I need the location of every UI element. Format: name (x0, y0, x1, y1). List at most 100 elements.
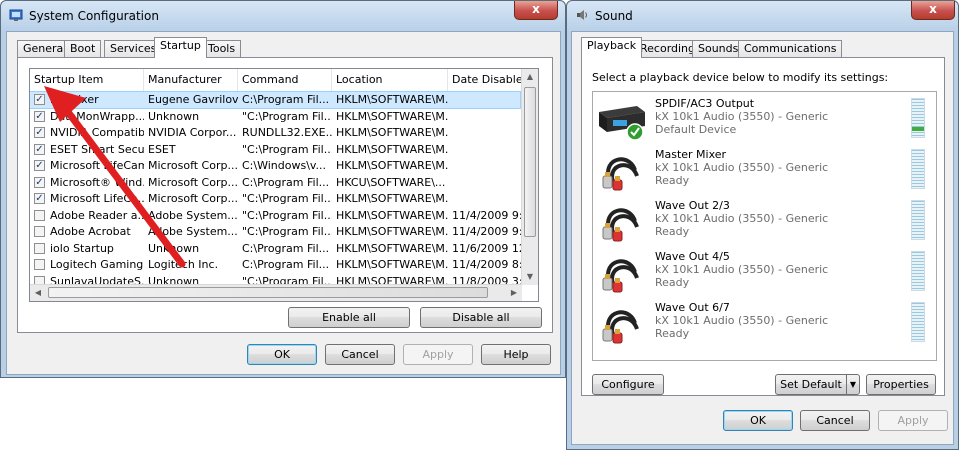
scroll-right-arrow-icon[interactable]: ▶ (506, 285, 522, 301)
sound-apply-button[interactable]: Apply (878, 410, 948, 431)
msconfig-close-button[interactable]: x (514, 1, 558, 20)
tab-startup[interactable]: Startup (154, 37, 207, 58)
table-row[interactable]: ✓ Microsoft LifeCam Microsoft Corp... C:\Wi… (30, 158, 520, 174)
cell-location: HKLM\SOFTWARE\M... (336, 109, 448, 123)
cell-date (452, 191, 522, 207)
tab-sounds[interactable]: Sounds (692, 40, 745, 58)
startup-item-checkbox[interactable] (34, 209, 45, 221)
cell-location: HKLM\SOFTWARE\M... (336, 93, 448, 106)
cell-item: ESET Smart Secu... (50, 142, 144, 156)
table-row[interactable]: ✓ ESET Smart Secu... ESET "C:\Program Fil..… (30, 142, 520, 158)
tab-communications[interactable]: Communications (738, 40, 843, 58)
startup-item-checkbox[interactable]: ✓ (34, 143, 45, 155)
cell-command: C:\Windows\v... (242, 159, 327, 172)
sound-titlebar[interactable]: Sound (567, 1, 958, 31)
speaker-icon (577, 10, 587, 20)
msconfig-cancel-button[interactable]: Cancel (325, 344, 395, 365)
startup-item-checkbox[interactable]: ✓ (34, 127, 45, 138)
device-description: kX 10k1 Audio (3550) - Generic (655, 263, 829, 276)
table-row[interactable]: ✓ NVIDIA Compatib... NVIDIA Corpor... RUNDL… (30, 125, 520, 141)
tab-playback[interactable]: Playback (581, 37, 643, 58)
scroll-left-arrow-icon[interactable]: ◀ (30, 285, 46, 301)
device-name: Master Mixer (655, 148, 727, 161)
playback-device-item[interactable]: Wave Out 2/3 kX 10k1 Audio (3550) - Gener… (593, 196, 936, 247)
column-header-manufacturer[interactable]: Manufacturer (144, 69, 238, 91)
column-header-command[interactable]: Command (238, 69, 332, 91)
msconfig-ok-button[interactable]: OK (247, 344, 317, 365)
cell-location: HKLM\SOFTWARE\M... (336, 159, 448, 172)
msconfig-titlebar[interactable]: System Configuration (1, 1, 565, 31)
device-description: kX 10k1 Audio (3550) - Generic (655, 161, 829, 174)
playback-device-item[interactable]: Wave Out 4/5 kX 10k1 Audio (3550) - Gener… (593, 247, 936, 298)
cell-location: HKLM\SOFTWARE\M... (336, 241, 448, 255)
table-row[interactable]: ✓ DataMonWrapp... Unknown "C:\Program Fil..… (30, 109, 520, 125)
enable-all-button[interactable]: Enable all (288, 307, 410, 328)
column-header-startup-item[interactable]: Startup Item (30, 69, 144, 91)
device-name: Wave Out 6/7 (655, 301, 730, 314)
playback-device-list[interactable]: SPDIF/AC3 Output kX 10k1 Audio (3550) - G… (592, 91, 937, 361)
cell-item: kX mixer (50, 93, 99, 106)
cell-item: Microsoft LifeCam (50, 159, 144, 172)
msconfig-window: System Configuration x General Boot Serv… (0, 0, 566, 378)
properties-button[interactable]: Properties (866, 374, 936, 395)
rca-cable-icon (602, 157, 639, 191)
cell-date (452, 92, 522, 108)
table-row[interactable]: iolo Startup Unknown C:\Program Fil... HKLM… (30, 241, 522, 257)
msconfig-client: General Boot Services Startup Tools Star… (6, 31, 561, 375)
startup-item-checkbox[interactable]: ✓ (34, 160, 45, 171)
sound-ok-button[interactable]: OK (723, 410, 793, 431)
cell-item: DataMonWrapp... (50, 109, 144, 123)
startup-item-checkbox[interactable] (34, 226, 45, 237)
set-default-dropdown-button[interactable]: ▼ (846, 374, 860, 395)
cell-manufacturer: Microsoft Corp... (148, 175, 238, 189)
playback-device-item[interactable]: Wave Out 6/7 kX 10k1 Audio (3550) - Gener… (593, 298, 936, 349)
meter-active-segment (912, 127, 924, 131)
table-row[interactable]: Adobe Acrobat Adobe System... "C:\Program … (30, 224, 522, 240)
cell-location: HKLM\SOFTWARE\M... (336, 126, 448, 139)
startup-item-checkbox[interactable]: ✓ (34, 94, 45, 105)
cell-item: Adobe Reader a... (50, 208, 144, 222)
startup-list-hscrollbar[interactable]: ◀ ▶ (30, 284, 522, 301)
rca-cable-icon (602, 208, 639, 242)
msconfig-apply-button[interactable]: Apply (403, 344, 473, 365)
playback-device-item[interactable]: Master Mixer kX 10k1 Audio (3550) - Gener… (593, 145, 936, 196)
startup-item-checkbox[interactable] (34, 242, 45, 254)
cell-date (452, 175, 522, 191)
vscroll-thumb[interactable] (524, 87, 536, 237)
device-name: Wave Out 2/3 (655, 199, 730, 212)
tab-boot[interactable]: Boot (64, 40, 102, 58)
hscroll-thumb[interactable] (48, 287, 488, 298)
tab-recording[interactable]: Recording (634, 40, 702, 58)
startup-item-checkbox[interactable]: ✓ (34, 110, 45, 122)
table-row[interactable]: ✓ kX mixer Eugene Gavrilov C:\Program Fil..… (30, 91, 522, 109)
set-default-button[interactable]: Set Default (775, 374, 847, 395)
scroll-down-arrow-icon[interactable]: ▼ (522, 269, 538, 285)
startup-item-checkbox[interactable]: ✓ (34, 176, 45, 188)
scroll-up-arrow-icon[interactable]: ▲ (522, 69, 538, 85)
volume-level-meter (911, 200, 925, 240)
sound-cancel-button[interactable]: Cancel (800, 410, 870, 431)
msconfig-title: System Configuration (29, 9, 159, 23)
startup-item-checkbox[interactable] (34, 259, 45, 270)
sound-close-button[interactable]: x (911, 1, 955, 20)
cell-location: HKLM\SOFTWARE\M... (336, 258, 448, 271)
cell-manufacturer: Logitech Inc. (148, 258, 219, 271)
playback-device-item[interactable]: SPDIF/AC3 Output kX 10k1 Audio (3550) - G… (593, 94, 936, 145)
column-header-date-disabled[interactable]: Date Disabled (448, 69, 524, 91)
configure-button[interactable]: Configure (592, 374, 664, 395)
table-row[interactable]: ✓ Microsoft LifeCa... Microsoft Corp... "C:… (30, 191, 520, 207)
table-row[interactable]: ✓ Microsoft® Wind... Microsoft Corp... C:\P… (30, 175, 520, 191)
digital-output-icon (599, 106, 645, 140)
column-header-location[interactable]: Location (332, 69, 448, 91)
startup-item-checkbox[interactable]: ✓ (34, 193, 45, 204)
startup-list[interactable]: Startup Item Manufacturer Command Locati… (29, 68, 539, 302)
table-row[interactable]: Adobe Reader a... Adobe System... "C:\Prog… (30, 208, 522, 224)
cell-command: "C:\Program Fil... (242, 225, 332, 238)
cell-manufacturer: Microsoft Corp... (148, 192, 238, 205)
table-row[interactable]: Logitech Gaming ... Logitech Inc. C:\Progr… (30, 257, 522, 273)
cell-date: 11/4/2009 9:1... (452, 225, 522, 238)
disable-all-button[interactable]: Disable all (420, 307, 542, 328)
msconfig-help-button[interactable]: Help (481, 344, 551, 365)
tab-tools[interactable]: Tools (202, 40, 242, 58)
startup-list-vscrollbar[interactable]: ▲ ▼ (521, 69, 538, 285)
